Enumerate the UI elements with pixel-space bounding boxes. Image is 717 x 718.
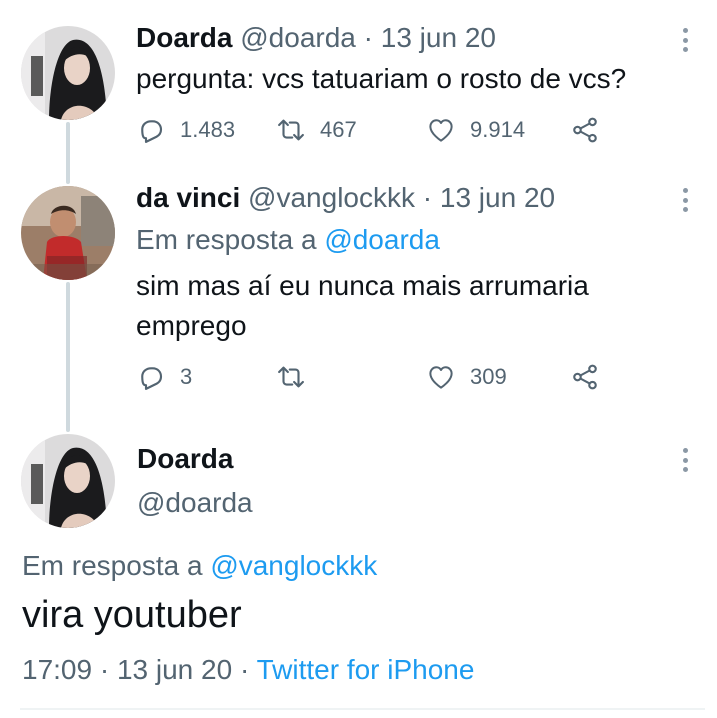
more-options-dot bbox=[682, 457, 688, 463]
tweet-text-line: sim mas aí eu nunca mais arrumaria bbox=[136, 270, 589, 301]
reply-prefix: Em resposta a bbox=[22, 550, 203, 581]
reply-button[interactable]: 1.483 bbox=[136, 112, 235, 148]
tweet-actions: 1.483 467 9.914 bbox=[136, 112, 616, 148]
like-count: 9.914 bbox=[470, 117, 526, 142]
separator: · bbox=[99, 654, 110, 685]
more-options-button[interactable] bbox=[675, 184, 695, 216]
tweet-date[interactable]: 13 jun 20 bbox=[381, 22, 496, 53]
tweet-meta: 17:09 · 13 jun 20 · Twitter for iPhone bbox=[22, 653, 474, 687]
reply-context: Em resposta a @vanglockkk bbox=[22, 549, 377, 583]
more-options-dot bbox=[682, 467, 688, 472]
tweet-text: vira youtuber bbox=[22, 594, 242, 636]
author-name[interactable]: Doarda bbox=[137, 442, 233, 476]
avatar[interactable] bbox=[21, 434, 115, 528]
separator: · bbox=[363, 22, 373, 53]
author-handle[interactable]: @doarda bbox=[137, 486, 253, 520]
more-options-dot bbox=[682, 37, 688, 43]
share-button[interactable] bbox=[570, 359, 600, 395]
reply-to-link[interactable]: @doarda bbox=[324, 224, 440, 255]
share-icon bbox=[573, 117, 597, 143]
more-options-dot bbox=[682, 47, 688, 52]
reply-icon bbox=[141, 367, 163, 390]
retweet-icon bbox=[278, 366, 304, 388]
tweet-date[interactable]: 13 jun 20 bbox=[440, 182, 555, 213]
tweet-text: sim mas aí eu nunca mais arrumaria empre… bbox=[136, 266, 589, 346]
reply-icon bbox=[141, 120, 163, 143]
more-options-icon bbox=[682, 28, 688, 33]
more-options-icon bbox=[682, 448, 688, 453]
retweet-count: 467 bbox=[320, 117, 357, 142]
like-count: 309 bbox=[470, 364, 507, 389]
author-handle[interactable]: @vanglockkk bbox=[248, 182, 415, 213]
more-options-button[interactable] bbox=[675, 24, 695, 56]
profile-photo bbox=[21, 26, 115, 120]
reply-to-link[interactable]: @vanglockkk bbox=[210, 550, 377, 581]
heart-icon bbox=[429, 366, 453, 389]
tweet-text-line: emprego bbox=[136, 310, 247, 341]
more-options-dot bbox=[682, 207, 688, 212]
tweet-time[interactable]: 17:09 bbox=[22, 654, 92, 685]
reply-context: Em resposta a @doarda bbox=[136, 223, 440, 257]
more-options-button[interactable] bbox=[675, 444, 695, 476]
thread-line bbox=[66, 122, 70, 184]
divider bbox=[20, 708, 705, 710]
share-button[interactable] bbox=[570, 112, 600, 148]
thread-line bbox=[66, 282, 70, 432]
tweet-header: Doarda @doarda · 13 jun 20 bbox=[136, 21, 496, 55]
separator: · bbox=[239, 654, 250, 685]
reply-count: 1.483 bbox=[180, 117, 236, 142]
tweet-actions: 3 309 bbox=[136, 359, 616, 395]
heart-icon bbox=[429, 119, 453, 142]
reply-count: 3 bbox=[180, 364, 193, 389]
author-name[interactable]: Doarda bbox=[136, 22, 232, 53]
author-name[interactable]: da vinci bbox=[136, 182, 240, 213]
reply-prefix: Em resposta a bbox=[136, 224, 317, 255]
more-options-icon bbox=[682, 188, 688, 193]
like-button[interactable]: 9.914 bbox=[426, 112, 525, 148]
avatar[interactable] bbox=[21, 186, 115, 280]
tweet-source-link[interactable]: Twitter for iPhone bbox=[257, 654, 475, 685]
retweet-button[interactable]: 467 bbox=[276, 112, 357, 148]
tweet-header: da vinci @vanglockkk · 13 jun 20 bbox=[136, 181, 555, 215]
profile-photo bbox=[21, 434, 115, 528]
retweet-icon bbox=[278, 119, 304, 141]
profile-photo bbox=[21, 186, 115, 280]
tweet-date[interactable]: 13 jun 20 bbox=[117, 654, 232, 685]
tweet-text: pergunta: vcs tatuariam o rosto de vcs? bbox=[136, 63, 627, 94]
retweet-button[interactable] bbox=[276, 359, 320, 395]
reply-button[interactable]: 3 bbox=[136, 359, 192, 395]
separator: · bbox=[422, 182, 433, 213]
more-options-dot bbox=[682, 197, 688, 203]
author-handle[interactable]: @doarda bbox=[240, 22, 356, 53]
share-icon bbox=[573, 364, 597, 390]
like-button[interactable]: 309 bbox=[426, 359, 507, 395]
avatar[interactable] bbox=[21, 26, 115, 120]
